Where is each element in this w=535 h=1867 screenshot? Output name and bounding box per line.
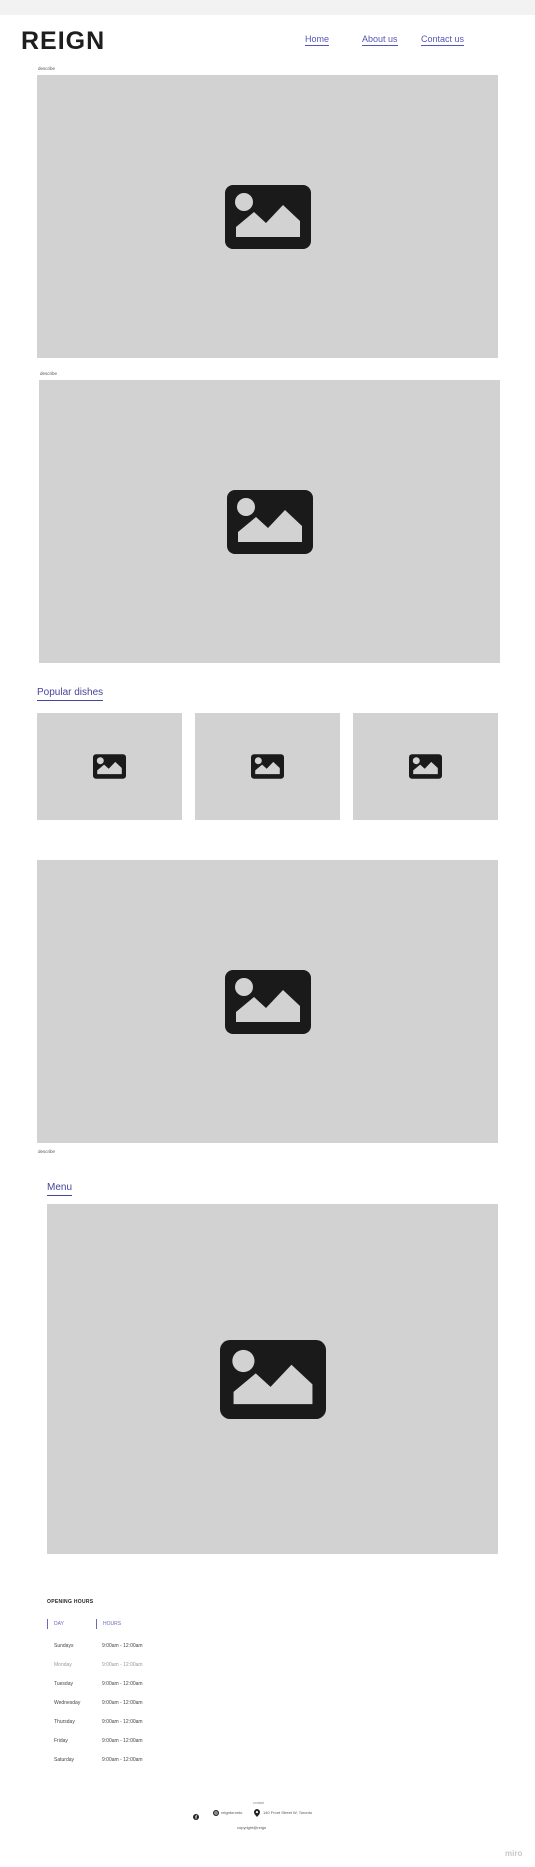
opening-hours-title: OPENING HOURS: [47, 1599, 94, 1605]
hours-time: 9:00am - 12:00am: [102, 1700, 143, 1706]
hours-row: Wednesday 9:00am - 12:00am: [54, 1698, 214, 1708]
hours-time: 9:00am - 12:00am: [102, 1738, 143, 1744]
hours-row: Friday 9:00am - 12:00am: [54, 1736, 214, 1746]
image-placeholder-icon: [93, 754, 126, 779]
hours-day: Monday: [54, 1662, 72, 1668]
hero-image-2: [39, 380, 500, 663]
hours-time: 9:00am - 12:00am: [102, 1719, 143, 1725]
hours-day: Thursday: [54, 1719, 75, 1725]
logo[interactable]: REIGN: [21, 27, 105, 56]
hero-caption-2: describe: [40, 371, 58, 376]
hours-day: Tuesday: [54, 1681, 73, 1687]
hours-day: Friday: [54, 1738, 68, 1744]
hours-row: Thursday 9:00am - 12:00am: [54, 1717, 214, 1727]
nav-contact-us[interactable]: Contact us: [421, 34, 465, 46]
feature-caption: describe: [38, 1149, 56, 1154]
popular-dish-card-3[interactable]: [353, 713, 498, 820]
hours-row: Saturday 9:00am - 12:00am: [54, 1755, 214, 1765]
image-placeholder-icon: [224, 969, 311, 1034]
menu-title: Menu: [47, 1182, 73, 1196]
nav-about-us[interactable]: About us: [362, 34, 398, 46]
nav-home[interactable]: Home: [305, 34, 330, 46]
miro-watermark: miro: [505, 1849, 523, 1858]
hero-image-1: [37, 75, 498, 358]
location-pin-icon: [254, 1809, 260, 1817]
hours-row: Monday 9:00am - 12:00am: [54, 1660, 214, 1670]
hours-day: Saturday: [54, 1757, 75, 1763]
hero-caption-1: describe: [38, 66, 56, 71]
image-placeholder-icon: [219, 1339, 326, 1419]
hours-time: 9:00am - 12:00am: [102, 1681, 143, 1687]
footer-instagram-handle[interactable]: reigntoronto: [221, 1810, 242, 1815]
menu-image[interactable]: [47, 1204, 498, 1554]
popular-dishes-title: Popular dishes: [37, 687, 104, 701]
hours-row: Tuesday 9:00am - 12:00am: [54, 1679, 214, 1689]
feature-image: [37, 860, 498, 1143]
hours-time: 9:00am - 12:00am: [102, 1757, 143, 1763]
hours-day: Sundays: [54, 1643, 74, 1649]
page: REIGN Home About us Contact us describe …: [0, 15, 535, 1867]
image-placeholder-icon: [251, 754, 284, 779]
footer-address: 140 Front Street W, Toronto: [263, 1810, 313, 1815]
footer-copyright: copyright@reign: [237, 1825, 267, 1830]
hours-column-day: DAY: [47, 1619, 64, 1629]
image-placeholder-icon: [409, 754, 442, 779]
instagram-icon[interactable]: [213, 1810, 219, 1816]
image-placeholder-icon: [226, 489, 313, 554]
facebook-icon[interactable]: [193, 1814, 199, 1820]
hours-column-hours: HOURS: [96, 1619, 121, 1629]
image-placeholder-icon: [224, 184, 311, 249]
hours-time: 9:00am - 12:00am: [102, 1662, 143, 1668]
hours-time: 9:00am - 12:00am: [102, 1643, 143, 1649]
footer-contact-label: contact: [253, 1801, 265, 1805]
popular-dish-card-1[interactable]: [37, 713, 182, 820]
popular-dish-card-2[interactable]: [195, 713, 340, 820]
hours-day: Wednesday: [54, 1700, 81, 1706]
hours-row: Sundays 9:00am - 12:00am: [54, 1641, 214, 1651]
